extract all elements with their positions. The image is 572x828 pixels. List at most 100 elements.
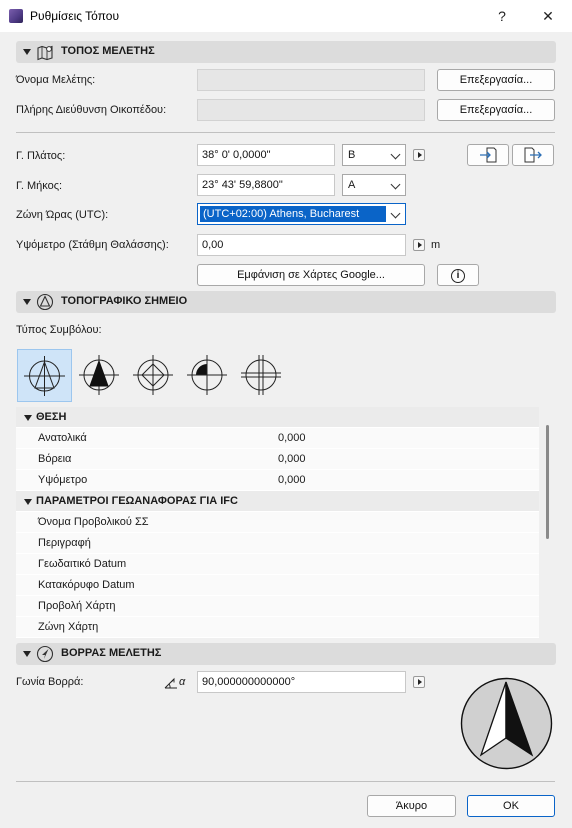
- north-angle-input[interactable]: 90,000000000000°: [197, 671, 406, 693]
- latitude-arrow-button[interactable]: [413, 149, 425, 161]
- angle-icon: α: [163, 673, 191, 691]
- table-row[interactable]: Περιγραφή: [16, 533, 539, 554]
- group-title: ΠΑΡΑΜΕΤΡΟΙ ΓΕΩΑΝΑΦΟΡΑΣ ΓΙΑ IFC: [36, 495, 238, 507]
- survey-symbol-triangle-outline-icon: [24, 356, 65, 396]
- table-row[interactable]: Γεωδαιτικό Datum: [16, 554, 539, 575]
- import-file-icon: [480, 147, 497, 163]
- north-compass-preview[interactable]: [459, 676, 554, 771]
- altitude-unit: m: [431, 239, 441, 251]
- site-address-label: Πλήρης Διεύθυνση Οικοπέδου:: [16, 104, 167, 116]
- longitude-label: Γ. Μήκος:: [16, 180, 63, 192]
- timezone-value: (UTC+02:00) Athens, Bucharest: [203, 208, 360, 220]
- chevron-down-icon: [390, 208, 401, 219]
- row-name: Κατακόρυφο Datum: [38, 579, 135, 591]
- table-row[interactable]: Υψόμετρο 0,000: [16, 470, 539, 491]
- row-name: Ζώνη Χάρτη: [38, 621, 99, 633]
- table-row[interactable]: Βόρεια 0,000: [16, 449, 539, 470]
- symbol-option-4[interactable]: [182, 351, 232, 399]
- row-name: Περιγραφή: [38, 537, 91, 549]
- survey-symbol-double-cross-icon: [241, 355, 281, 395]
- altitude-input[interactable]: 0,00: [197, 234, 406, 256]
- ok-button[interactable]: OK: [467, 795, 555, 817]
- timezone-select[interactable]: (UTC+02:00) Athens, Bucharest: [197, 203, 406, 225]
- section-title: ΤΟΠΟΓΡΑΦΙΚΟ ΣΗΜΕΙΟ: [61, 295, 188, 307]
- north-arrow-icon: [460, 677, 553, 770]
- table-row[interactable]: Ανατολικά 0,000: [16, 428, 539, 449]
- angle-glyph: [164, 677, 177, 689]
- section-header-project-north[interactable]: ΒΟΡΡΑΣ ΜΕΛΕΤΗΣ: [16, 643, 556, 665]
- latitude-input[interactable]: 38° 0' 0,0000": [197, 144, 335, 166]
- export-location-button[interactable]: [512, 144, 554, 166]
- row-value[interactable]: 0,000: [278, 453, 306, 465]
- collapse-triangle-icon: [24, 499, 32, 505]
- cancel-button[interactable]: Άκυρο: [367, 795, 456, 817]
- chevron-down-icon: [390, 179, 401, 190]
- symbol-option-3[interactable]: [128, 351, 178, 399]
- collapse-triangle-icon: [23, 49, 31, 55]
- latitude-direction-value: B: [348, 149, 356, 161]
- longitude-direction-select[interactable]: A: [342, 174, 406, 196]
- edit-site-address-button[interactable]: Επεξεργασία...: [437, 99, 555, 121]
- table-group-header[interactable]: ΠΑΡΑΜΕΤΡΟΙ ΓΕΩΑΝΑΦΟΡΑΣ ΓΙΑ IFC: [16, 491, 539, 512]
- latitude-label: Γ. Πλάτος:: [16, 150, 66, 162]
- row-value[interactable]: 0,000: [278, 474, 306, 486]
- site-address-field: [197, 99, 425, 121]
- survey-symbol-triangle-filled-icon: [79, 355, 119, 395]
- survey-symbol-quadrant-icon: [187, 355, 227, 395]
- project-name-field: [197, 69, 425, 91]
- window-title: Ρυθμίσεις Τόπου: [30, 9, 120, 23]
- project-name-label: Όνομα Μελέτης:: [16, 74, 96, 86]
- edit-project-name-button[interactable]: Επεξεργασία...: [437, 69, 555, 91]
- north-compass-icon: [36, 645, 54, 663]
- table-group-header[interactable]: ΘΕΣΗ: [16, 407, 539, 428]
- app-icon: [9, 9, 23, 23]
- section-title: ΤΟΠΟΣ ΜΕΛΕΤΗΣ: [61, 45, 155, 57]
- section-header-survey-point[interactable]: ΤΟΠΟΓΡΑΦΙΚΟ ΣΗΜΕΙΟ: [16, 291, 556, 313]
- map-location-icon: [37, 45, 53, 61]
- table-row[interactable]: Ζώνη Χάρτη: [16, 617, 539, 638]
- survey-point-icon: [36, 293, 54, 311]
- timezone-label: Ζώνη Ώρας (UTC):: [16, 209, 109, 221]
- chevron-down-icon: [390, 149, 401, 160]
- altitude-arrow-button[interactable]: [413, 239, 425, 251]
- import-location-button[interactable]: [467, 144, 509, 166]
- north-angle-label: Γωνία Βορρά:: [16, 676, 84, 688]
- north-angle-arrow-button[interactable]: [413, 676, 425, 688]
- symbol-option-2[interactable]: [74, 351, 124, 399]
- info-icon: i: [451, 269, 465, 283]
- help-button[interactable]: ?: [480, 0, 524, 32]
- show-google-maps-button[interactable]: Εμφάνιση σε Χάρτες Google...: [197, 264, 425, 286]
- collapse-triangle-icon: [24, 415, 32, 421]
- close-button[interactable]: ✕: [526, 0, 570, 32]
- table-row[interactable]: Προβολή Χάρτη: [16, 596, 539, 617]
- latitude-direction-select[interactable]: B: [342, 144, 406, 166]
- table-row[interactable]: Όνομα Προβολικού ΣΣ: [16, 512, 539, 533]
- divider: [16, 781, 555, 782]
- info-button[interactable]: i: [437, 264, 479, 286]
- row-name: Γεωδαιτικό Datum: [38, 558, 127, 570]
- row-name: Προβολή Χάρτη: [38, 600, 116, 612]
- longitude-direction-value: A: [348, 179, 356, 191]
- table-scrollbar[interactable]: [546, 425, 549, 539]
- symbol-option-1[interactable]: [17, 349, 72, 402]
- row-name: Όνομα Προβολικού ΣΣ: [38, 516, 149, 528]
- longitude-input[interactable]: 23° 43' 59,8800": [197, 174, 335, 196]
- collapse-triangle-icon: [23, 299, 31, 305]
- divider: [16, 132, 555, 133]
- section-header-project-location[interactable]: ΤΟΠΟΣ ΜΕΛΕΤΗΣ: [16, 41, 556, 63]
- row-value[interactable]: 0,000: [278, 432, 306, 444]
- group-title: ΘΕΣΗ: [36, 411, 67, 423]
- table-row[interactable]: Κατακόρυφο Datum: [16, 575, 539, 596]
- export-file-icon: [524, 147, 542, 163]
- alpha-symbol: α: [179, 676, 186, 688]
- section-title: ΒΟΡΡΑΣ ΜΕΛΕΤΗΣ: [61, 647, 162, 659]
- row-name: Βόρεια: [38, 453, 72, 465]
- survey-symbol-diamond-icon: [133, 355, 173, 395]
- symbol-type-label: Τύπος Συμβόλου:: [16, 324, 102, 336]
- altitude-label: Υψόμετρο (Στάθμη Θαλάσσης):: [16, 239, 169, 251]
- symbol-option-5[interactable]: [236, 351, 286, 399]
- parameters-table: ΘΕΣΗ Ανατολικά 0,000 Βόρεια 0,000 Υψόμετ…: [16, 407, 539, 638]
- collapse-triangle-icon: [23, 651, 31, 657]
- row-name: Υψόμετρο: [38, 474, 88, 486]
- row-name: Ανατολικά: [38, 432, 87, 444]
